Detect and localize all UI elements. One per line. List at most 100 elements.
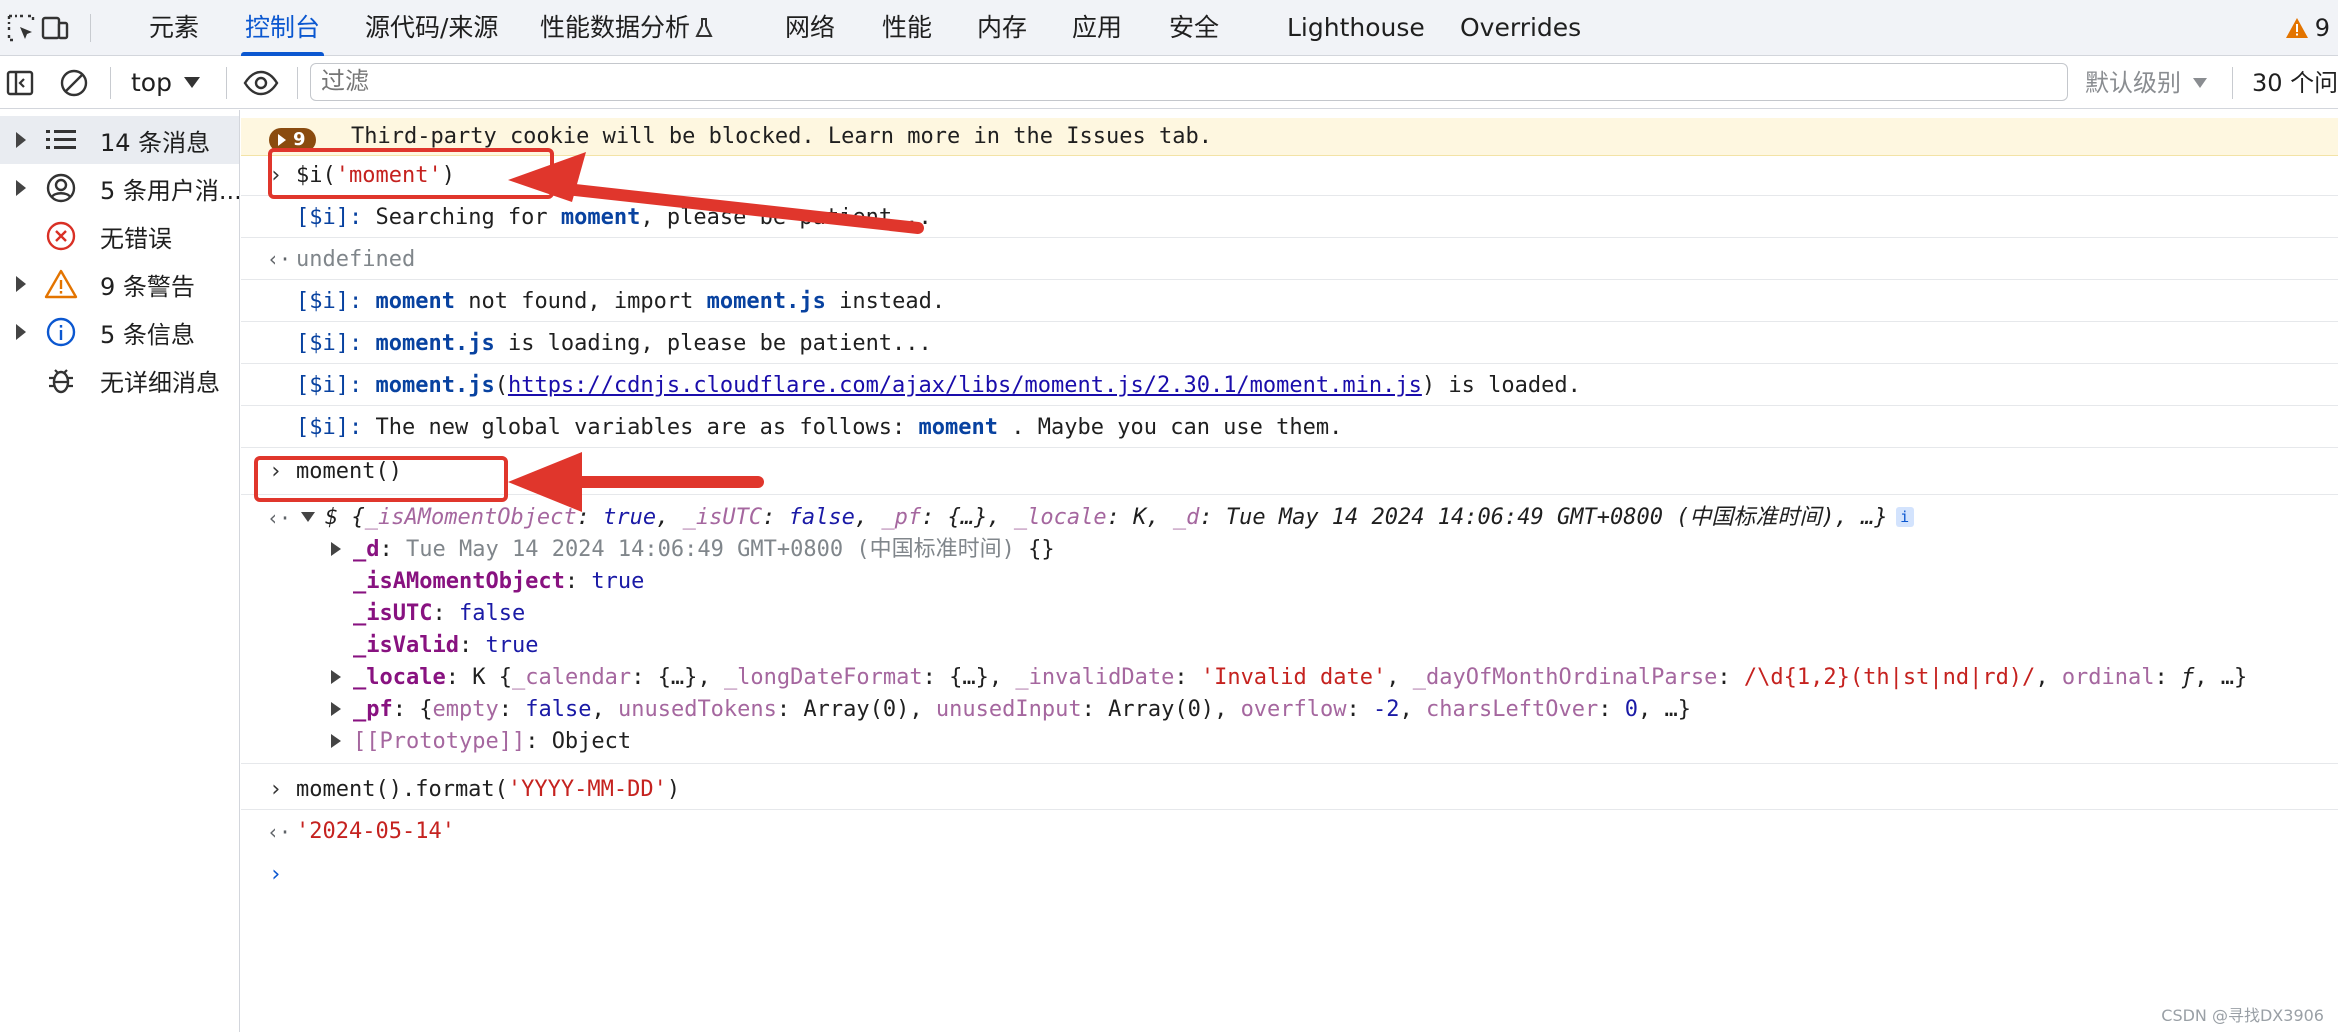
command-fn: moment().format(	[296, 777, 508, 802]
prop-val: true	[591, 569, 645, 594]
object-property-row[interactable]: _isValid: true	[241, 630, 2338, 662]
live-expression-eye-icon[interactable]	[242, 67, 280, 99]
js-context-selector[interactable]: top	[131, 57, 172, 109]
sidebar-item-user-messages[interactable]: 5 条用户消...	[0, 164, 239, 212]
return-arrow-icon: ‹·	[267, 247, 292, 271]
sidebar-item-verbose[interactable]: 无详细消息	[0, 356, 239, 404]
obj-val: {…}	[947, 505, 988, 530]
object-summary: $ {_isAMomentObject: true, _isUTC: false…	[301, 502, 1914, 534]
warning-icon	[44, 267, 78, 301]
sidebar-item-info[interactable]: 5 条信息	[0, 308, 239, 356]
highlight-box-cmd1	[268, 148, 554, 199]
clear-console-icon[interactable]	[58, 67, 90, 99]
expand-arrow-icon[interactable]	[331, 542, 341, 556]
prop-val: Object	[551, 729, 632, 754]
return-value: '2024-05-14'	[296, 819, 455, 844]
prop-key: _pf	[353, 697, 393, 722]
prop-key: _d	[353, 537, 380, 562]
prop-val: Tue May 14 2024 14:06:49 GMT+0800 (中国标准时…	[406, 537, 1015, 562]
tab-sources[interactable]: 源代码/来源	[365, 0, 498, 56]
toolbar-divider	[110, 67, 111, 99]
object-property-row[interactable]: _d: Tue May 14 2024 14:06:49 GMT+0800 (中…	[241, 534, 2338, 566]
object-property-row[interactable]: _pf: {empty: false, unusedTokens: Array(…	[241, 694, 2338, 726]
prompt-chevron-icon: ›	[269, 777, 283, 802]
sidebar-item-label: 9 条警告	[100, 272, 195, 301]
log-b1: moment	[918, 415, 999, 440]
highlight-box-cmd2	[254, 456, 508, 502]
log-prefix: [$i]:	[296, 205, 363, 230]
prop-key: _dayOfMonthOrdinalParse	[1412, 665, 1718, 690]
devtools-tab-bar: 元素 控制台 源代码/来源 性能数据分析 网络 性能 内存 应用 安全 Ligh…	[0, 0, 2338, 56]
expand-arrow-icon[interactable]	[331, 670, 341, 684]
console-log-row[interactable]: [$i]: moment not found, import moment.js…	[241, 281, 2338, 322]
tab-network[interactable]: 网络	[785, 0, 835, 56]
toolbar-divider	[297, 67, 298, 99]
object-property-row[interactable]: _isAMomentObject: true	[241, 566, 2338, 598]
tab-console[interactable]: 控制台	[240, 0, 325, 56]
tab-security[interactable]: 安全	[1169, 0, 1219, 56]
prop-key: _longDateFormat	[723, 665, 923, 690]
prop-val: /\d{1,2}(th|st|nd|rd)/	[1743, 665, 2036, 690]
log-t2: , please be patient...	[640, 205, 932, 230]
console-log-row[interactable]: [$i]: Searching for moment, please be pa…	[241, 197, 2338, 238]
log-t2: ) is loaded.	[1421, 373, 1581, 398]
prop-key: unusedInput	[935, 697, 1082, 722]
log-prefix: [$i]:	[296, 289, 363, 314]
info-badge-icon[interactable]: i	[1895, 507, 1914, 527]
console-toolbar: top 默认级别 30 个问	[0, 57, 2338, 109]
user-icon	[44, 171, 78, 205]
script-url-link[interactable]: https://cdnjs.cloudflare.com/ajax/libs/m…	[508, 373, 1422, 398]
tab-lighthouse[interactable]: Lighthouse	[1287, 0, 1425, 56]
object-property-row[interactable]: _locale: K {_calendar: {…}, _longDateFor…	[241, 662, 2338, 694]
toggle-sidebar-icon[interactable]	[4, 67, 36, 99]
tab-overrides[interactable]: Overrides	[1460, 0, 1581, 56]
tab-memory[interactable]: 内存	[977, 0, 1027, 56]
sidebar-item-errors[interactable]: 无错误	[0, 212, 239, 260]
console-log-row[interactable]: [$i]: The new global variables are as fo…	[241, 407, 2338, 448]
filter-input[interactable]	[310, 63, 2068, 101]
inspect-element-icon[interactable]	[6, 13, 36, 43]
property-text: _locale: K {_calendar: {…}, _longDateFor…	[331, 662, 2247, 694]
prop-val: Array(0)	[803, 697, 910, 722]
console-log-row[interactable]: [$i]: moment.js is loading, please be pa…	[241, 323, 2338, 364]
property-text: _pf: {empty: false, unusedTokens: Array(…	[331, 694, 1691, 726]
chevron-down-icon	[2193, 78, 2207, 88]
prompt-chevron-icon: ›	[269, 862, 283, 887]
expand-arrow-icon[interactable]	[331, 702, 341, 716]
console-warning-row[interactable]: 9 Third-party cookie will be blocked. Le…	[241, 118, 2338, 156]
sidebar-item-warnings[interactable]: 9 条警告	[0, 260, 239, 308]
obj-val: true	[603, 505, 657, 530]
console-input-row[interactable]: › moment()	[241, 449, 2338, 495]
expand-arrow-icon[interactable]	[331, 734, 341, 748]
expand-arrow-icon[interactable]	[16, 180, 26, 196]
expand-arrow-icon[interactable]	[16, 276, 26, 292]
device-toolbar-icon[interactable]	[40, 13, 70, 43]
object-property-row[interactable]: [[Prototype]]: Object	[241, 726, 2338, 764]
tab-performance[interactable]: 性能	[882, 0, 932, 56]
object-property-row[interactable]: _isUTC: false	[241, 598, 2338, 630]
object-summary-row[interactable]: ‹· $ {_isAMomentObject: true, _isUTC: fa…	[241, 502, 2338, 534]
console-prompt[interactable]: ›	[241, 855, 2338, 895]
sidebar-item-messages[interactable]: 14 条消息	[0, 116, 239, 164]
prop-key: _isValid	[353, 633, 459, 658]
log-prefix: [$i]:	[296, 373, 363, 398]
tab-performance-insights[interactable]: 性能数据分析	[540, 0, 713, 56]
log-text: [$i]: moment.js is loading, please be pa…	[296, 323, 932, 364]
log-level-dropdown[interactable]: 默认级别	[2085, 57, 2181, 109]
log-text: [$i]: Searching for moment, please be pa…	[296, 197, 932, 238]
return-value: undefined	[296, 247, 416, 272]
console-input-row[interactable]: › moment().format('YYYY-MM-DD')	[241, 770, 2338, 810]
tab-elements[interactable]: 元素	[149, 0, 199, 56]
collapse-arrow-icon[interactable]	[301, 512, 315, 522]
tab-application[interactable]: 应用	[1072, 0, 1122, 56]
issues-counter[interactable]: 9	[2285, 0, 2330, 56]
issues-link[interactable]: 30 个问	[2252, 57, 2338, 109]
expand-arrow-icon[interactable]	[16, 324, 26, 340]
sidebar-item-label: 5 条用户消...	[100, 176, 239, 205]
log-b1: moment	[375, 289, 455, 314]
console-input-row[interactable]: › $i('moment')	[241, 156, 2338, 196]
error-icon	[44, 219, 78, 253]
expand-arrow-icon[interactable]	[16, 132, 26, 148]
prop-val: -2	[1373, 697, 1400, 722]
console-log-row[interactable]: [$i]: moment.js(https://cdnjs.cloudflare…	[241, 365, 2338, 406]
